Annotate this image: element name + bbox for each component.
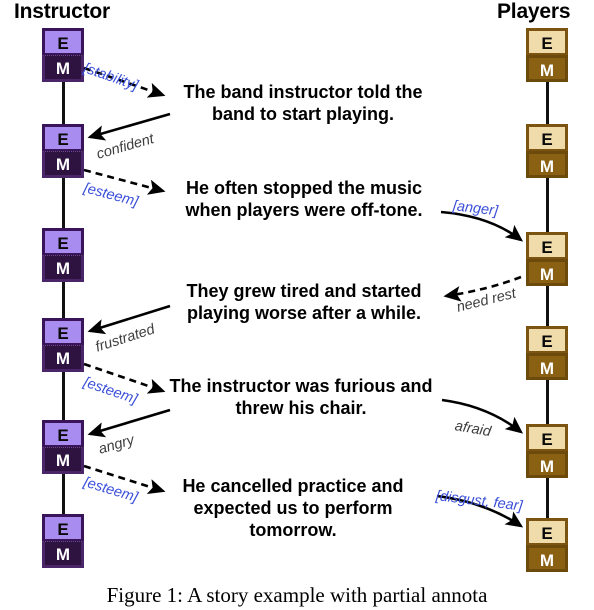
- instructor-node-pair-3[interactable]: E M: [42, 228, 84, 282]
- column-header-players: Players: [497, 0, 571, 23]
- appraisal-cell[interactable]: E: [42, 228, 84, 255]
- players-timeline-spine: [546, 40, 549, 560]
- emotion-cell[interactable]: M: [42, 255, 84, 282]
- emotion-cell[interactable]: M: [526, 55, 568, 82]
- story-sentence-4: The instructor was furious and threw his…: [169, 376, 433, 418]
- appraisal-cell[interactable]: E: [526, 518, 568, 545]
- emotion-cell[interactable]: M: [42, 447, 84, 474]
- appraisal-cell[interactable]: E: [42, 124, 84, 151]
- instructor-node-pair-1[interactable]: E M: [42, 28, 84, 82]
- instructor-node-pair-4[interactable]: E M: [42, 318, 84, 372]
- instructor-node-pair-2[interactable]: E M: [42, 124, 84, 178]
- story-sentence-1: The band instructor told the band to sta…: [183, 82, 423, 124]
- players-node-pair-6[interactable]: E M: [526, 518, 568, 572]
- appraisal-cell[interactable]: E: [526, 232, 568, 259]
- emotion-cell[interactable]: M: [526, 353, 568, 380]
- story-sentence-3: They grew tired and started playing wors…: [186, 281, 422, 323]
- arrow-label-afraid: afraid: [453, 418, 493, 441]
- appraisal-cell[interactable]: E: [526, 28, 568, 55]
- players-node-pair-4[interactable]: E M: [526, 326, 568, 380]
- arrow-label-esteem-3: [esteem]: [81, 474, 140, 506]
- arrow-label-confident: confident: [94, 131, 156, 163]
- arrow-angry: [87, 408, 171, 438]
- story-sentence-2: He often stopped the music when players …: [185, 178, 423, 220]
- arrow-label-angry: angry: [96, 432, 137, 458]
- arrow-label-disgust-fear: [disgust, fear]: [435, 488, 524, 515]
- emotion-cell[interactable]: M: [42, 55, 84, 82]
- arrow-confident: [87, 112, 171, 141]
- instructor-node-pair-5[interactable]: E M: [42, 420, 84, 474]
- appraisal-cell[interactable]: E: [42, 420, 84, 447]
- emotion-cell[interactable]: M: [526, 151, 568, 178]
- instructor-timeline-spine: [62, 40, 65, 560]
- emotion-cell[interactable]: M: [42, 541, 84, 568]
- emotion-cell[interactable]: M: [526, 451, 568, 478]
- arrow-label-need-rest: need rest: [455, 285, 518, 316]
- appraisal-cell[interactable]: E: [526, 326, 568, 353]
- emotion-cell[interactable]: M: [526, 259, 568, 286]
- emotion-cell[interactable]: M: [526, 545, 568, 572]
- arrow-label-stability: [stability]: [81, 60, 140, 94]
- instructor-node-pair-6[interactable]: E M: [42, 514, 84, 568]
- players-node-pair-2[interactable]: E M: [526, 124, 568, 178]
- appraisal-cell[interactable]: E: [42, 28, 84, 55]
- figure-caption: Figure 1: A story example with partial a…: [106, 583, 488, 607]
- column-header-instructor: Instructor: [14, 0, 111, 23]
- appraisal-cell[interactable]: E: [42, 318, 84, 345]
- players-node-pair-5[interactable]: E M: [526, 424, 568, 478]
- emotion-cell[interactable]: M: [42, 345, 84, 372]
- story-sentence-5: He cancelled practice and expected us to…: [182, 476, 404, 540]
- players-node-pair-3[interactable]: E M: [526, 232, 568, 286]
- appraisal-cell[interactable]: E: [526, 424, 568, 451]
- appraisal-cell[interactable]: E: [42, 514, 84, 541]
- story-annotation-figure: Instructor Players E M E M E M E M E M E…: [0, 0, 594, 610]
- arrow-label-anger: [anger]: [452, 198, 499, 220]
- emotion-cell[interactable]: M: [42, 151, 84, 178]
- players-node-pair-1[interactable]: E M: [526, 28, 568, 82]
- appraisal-cell[interactable]: E: [526, 124, 568, 151]
- arrow-label-esteem-1: [esteem]: [81, 180, 140, 211]
- arrow-label-esteem-2: [esteem]: [81, 374, 140, 408]
- arrow-label-frustrated: frustrated: [93, 321, 157, 356]
